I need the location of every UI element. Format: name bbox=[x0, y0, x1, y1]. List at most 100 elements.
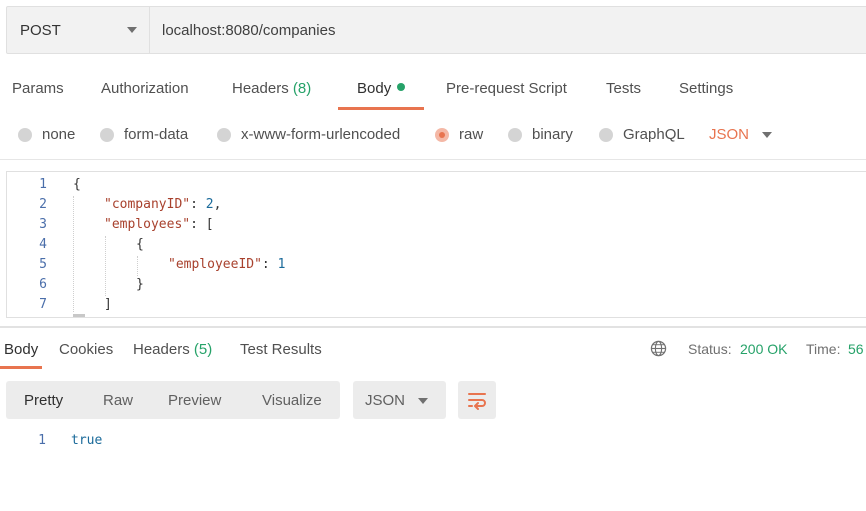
body-format-select[interactable]: JSON bbox=[709, 126, 749, 143]
tab-label: Headers bbox=[232, 80, 289, 97]
request-tabs: Params Authorization Headers (8) Body Pr… bbox=[0, 74, 866, 110]
response-tabs: Body Cookies Headers (5) Test Results St… bbox=[0, 336, 866, 370]
view-pretty-button[interactable]: Pretty bbox=[24, 392, 63, 409]
line-number: 1 bbox=[39, 177, 47, 192]
body-type-options: none form-data x-www-form-urlencoded raw… bbox=[0, 120, 866, 150]
code-line: "employeeID": 1 bbox=[168, 257, 285, 272]
line-number: 6 bbox=[39, 277, 47, 292]
code-token: : [ bbox=[190, 217, 214, 232]
radio-x-www-form-urlencoded[interactable]: x-www-form-urlencoded bbox=[217, 126, 400, 143]
time-label: Time: bbox=[806, 341, 841, 357]
line-number: 4 bbox=[39, 237, 47, 252]
radio-label: none bbox=[42, 126, 76, 143]
tab-authorization[interactable]: Authorization bbox=[101, 80, 189, 110]
format-label: JSON bbox=[365, 392, 406, 409]
code-token: : bbox=[261, 257, 278, 272]
view-mode-group: Pretty Raw Preview Visualize bbox=[6, 381, 340, 419]
view-raw-button[interactable]: Raw bbox=[103, 392, 133, 409]
method-select[interactable]: POST bbox=[6, 6, 150, 54]
tab-body[interactable]: Body bbox=[337, 80, 425, 110]
code-line: "employees": [ bbox=[104, 217, 214, 232]
method-label: POST bbox=[20, 21, 61, 39]
radio-selected-icon bbox=[435, 127, 449, 142]
divider bbox=[0, 159, 866, 160]
radio-icon bbox=[100, 127, 114, 142]
tab-label: Pre-request Script bbox=[446, 80, 567, 97]
line-number: 1 bbox=[38, 433, 46, 448]
json-key: "companyID" bbox=[104, 197, 191, 212]
tab-label: Tests bbox=[606, 80, 642, 97]
tab-label: Params bbox=[12, 80, 64, 97]
view-preview-button[interactable]: Preview bbox=[168, 392, 221, 409]
response-tab-test-results[interactable]: Test Results bbox=[240, 341, 322, 369]
tab-headers[interactable]: Headers (8) bbox=[232, 80, 311, 110]
code-token: : bbox=[190, 197, 206, 212]
json-value: 2 bbox=[205, 197, 214, 212]
tab-tests[interactable]: Tests bbox=[606, 80, 641, 110]
code-token: , bbox=[213, 197, 222, 212]
chevron-down-icon bbox=[418, 398, 428, 404]
line-number: 2 bbox=[39, 197, 47, 212]
code-token: { bbox=[136, 237, 144, 252]
line-number: 5 bbox=[39, 257, 47, 272]
radio-label: binary bbox=[532, 126, 573, 143]
line-number-gutter: 1 2 3 4 5 6 7 bbox=[7, 172, 65, 317]
radio-none[interactable]: none bbox=[18, 126, 75, 143]
radio-label: GraphQL bbox=[623, 126, 685, 143]
horizontal-scrollbar[interactable] bbox=[73, 314, 85, 317]
tab-label: Cookies bbox=[59, 341, 114, 358]
headers-count: (5) bbox=[193, 341, 213, 358]
response-tab-cookies[interactable]: Cookies bbox=[59, 341, 113, 369]
response-tab-body[interactable]: Body bbox=[0, 341, 43, 369]
response-format-select[interactable]: JSON bbox=[353, 381, 446, 419]
tab-label: Body bbox=[357, 80, 392, 97]
headers-count: (8) bbox=[292, 80, 312, 97]
radio-label: x-www-form-urlencoded bbox=[241, 126, 401, 143]
tab-pre-request-script[interactable]: Pre-request Script bbox=[446, 80, 567, 110]
json-key: "employeeID" bbox=[168, 257, 262, 272]
wrap-lines-button[interactable] bbox=[458, 381, 496, 419]
code-line: ] bbox=[104, 297, 112, 312]
code-line: { bbox=[73, 177, 81, 192]
tab-params[interactable]: Params bbox=[12, 80, 64, 110]
indent-guide bbox=[105, 236, 106, 296]
tab-label: Test Results bbox=[240, 341, 322, 358]
request-body-editor[interactable]: 1 2 3 4 5 6 7 { "companyID": 2, "employe… bbox=[6, 171, 866, 318]
status-value[interactable]: 200 OK bbox=[740, 341, 787, 357]
radio-raw[interactable]: raw bbox=[435, 126, 483, 143]
radio-icon bbox=[508, 127, 522, 142]
radio-binary[interactable]: binary bbox=[508, 126, 573, 143]
time-value[interactable]: 56 bbox=[848, 341, 864, 357]
status-label: Status: bbox=[688, 341, 732, 357]
view-visualize-button[interactable]: Visualize bbox=[262, 392, 322, 409]
tab-settings[interactable]: Settings bbox=[679, 80, 733, 110]
tab-label: Body bbox=[4, 341, 39, 358]
wrap-lines-icon bbox=[468, 393, 486, 410]
radio-form-data[interactable]: form-data bbox=[100, 126, 188, 143]
radio-graphql[interactable]: GraphQL bbox=[599, 126, 685, 143]
radio-label: form-data bbox=[124, 126, 189, 143]
globe-icon[interactable] bbox=[650, 340, 667, 357]
indent-guide bbox=[137, 256, 138, 276]
modified-dot-icon bbox=[397, 83, 406, 91]
indent-guide bbox=[73, 196, 74, 312]
code-line: "companyID": 2, bbox=[104, 197, 221, 212]
json-key: "employees" bbox=[104, 217, 191, 232]
code-token: ] bbox=[104, 297, 112, 312]
radio-label: raw bbox=[459, 126, 484, 143]
pane-resize-handle[interactable] bbox=[0, 326, 866, 328]
chevron-down-icon[interactable] bbox=[762, 132, 772, 138]
tab-label: Headers bbox=[133, 341, 190, 358]
code-token: { bbox=[73, 177, 81, 192]
response-tab-headers[interactable]: Headers (5) bbox=[133, 341, 212, 369]
url-input[interactable]: localhost:8080/companies bbox=[150, 6, 866, 54]
radio-icon bbox=[599, 127, 613, 142]
request-url-bar: POST localhost:8080/companies bbox=[6, 6, 866, 54]
json-value: 1 bbox=[277, 257, 286, 272]
line-number: 3 bbox=[39, 217, 47, 232]
line-number: 7 bbox=[39, 297, 47, 312]
tab-label: Settings bbox=[679, 80, 734, 97]
tab-label: Authorization bbox=[101, 80, 189, 97]
code-line: } bbox=[136, 277, 144, 292]
response-content: true bbox=[71, 433, 103, 448]
